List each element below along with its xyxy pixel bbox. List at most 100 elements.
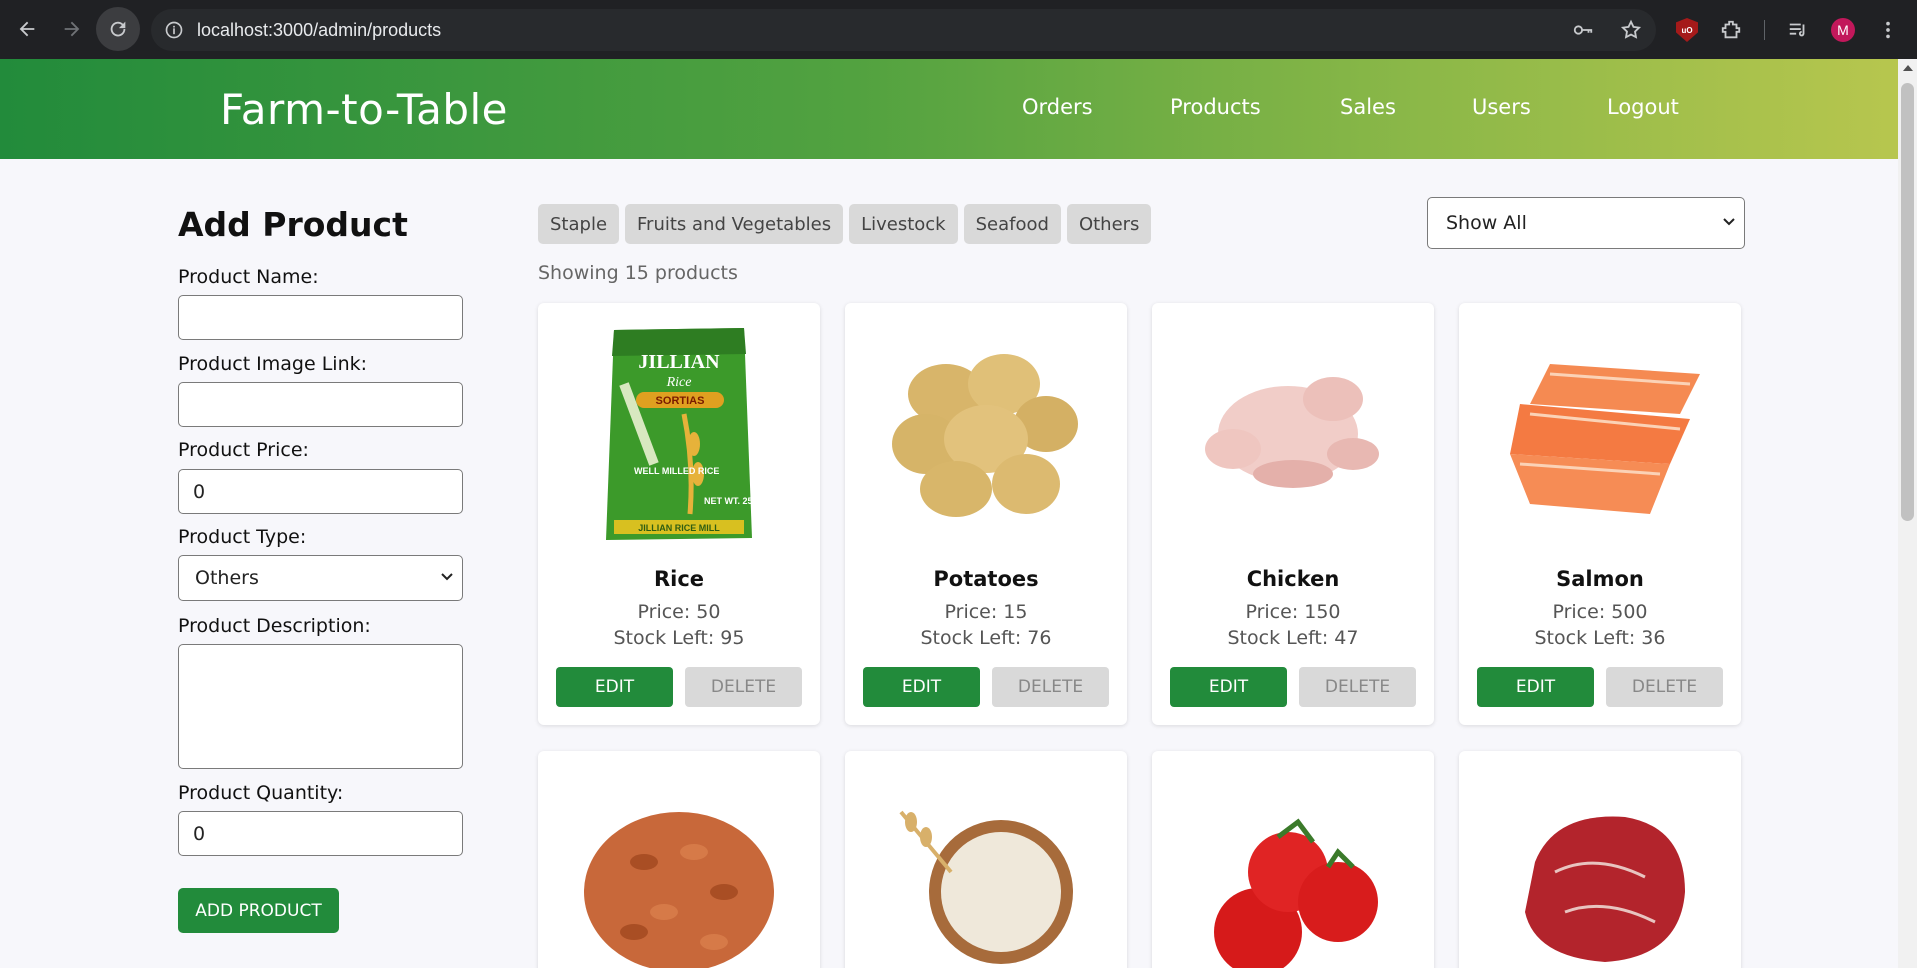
nav-products[interactable]: Products	[1170, 95, 1261, 119]
product-type-value: Others	[195, 567, 259, 589]
product-stock: Stock Left: 47	[1227, 627, 1359, 649]
svg-text:WELL MILLED RICE: WELL MILLED RICE	[634, 466, 719, 476]
edit-button[interactable]: EDIT	[1170, 667, 1287, 707]
product-image	[861, 767, 1111, 968]
chevron-down-icon	[441, 573, 453, 581]
product-card	[538, 751, 820, 968]
product-stock: Stock Left: 76	[920, 627, 1052, 649]
product-price: Price: 15	[944, 601, 1028, 623]
product-count: Showing 15 products	[538, 262, 738, 284]
sort-select[interactable]: Show All	[1427, 197, 1745, 249]
svg-text:Rice: Rice	[666, 375, 692, 390]
product-name: Rice	[653, 567, 705, 591]
nav-users[interactable]: Users	[1472, 95, 1531, 119]
svg-text:JILLIAN: JILLIAN	[638, 351, 720, 373]
product-type-select[interactable]: Others	[178, 555, 463, 601]
product-image	[1475, 319, 1725, 549]
product-stock: Stock Left: 95	[613, 627, 745, 649]
address-bar[interactable]: localhost:3000/admin/products	[151, 9, 1656, 51]
add-product-form: Add Product Product Name: Product Image …	[178, 205, 468, 933]
delete-button[interactable]: DELETE	[992, 667, 1109, 707]
product-card: Potatoes Price: 15 Stock Left: 76 EDIT D…	[845, 303, 1127, 725]
forward-button[interactable]	[50, 7, 94, 51]
product-image: JILLIAN Rice SORTIAS WELL MILLED RICE NE…	[554, 319, 804, 549]
sort-select-value: Show All	[1446, 212, 1527, 234]
product-price-input[interactable]: 0	[178, 469, 463, 514]
site-info-icon[interactable]	[163, 19, 185, 41]
edit-button[interactable]: EDIT	[1477, 667, 1594, 707]
form-title: Add Product	[178, 205, 408, 244]
site-header: Farm-to-Table Orders Products Sales User…	[0, 59, 1898, 159]
product-image-input[interactable]	[178, 382, 463, 427]
product-image	[1475, 767, 1725, 968]
scrollbar-thumb[interactable]	[1901, 83, 1914, 521]
product-name-label: Product Name:	[178, 266, 319, 288]
product-price: Price: 500	[1552, 601, 1648, 623]
tomatoes-image	[1214, 818, 1378, 968]
url-text[interactable]: localhost:3000/admin/products	[197, 20, 441, 41]
forward-arrow-icon	[64, 21, 80, 37]
product-name: Chicken	[1246, 567, 1340, 591]
delete-button[interactable]: DELETE	[1299, 667, 1416, 707]
toolbar-divider	[1764, 20, 1765, 40]
product-image	[861, 319, 1111, 549]
extensions-puzzle-icon[interactable]	[1720, 19, 1742, 41]
product-image	[554, 767, 804, 968]
password-key-icon[interactable]	[1572, 19, 1594, 41]
product-card: Salmon Price: 500 Stock Left: 36 EDIT DE…	[1459, 303, 1741, 725]
filter-others[interactable]: Others	[1066, 204, 1152, 244]
category-filters: Staple Fruits and Vegetables Livestock S…	[538, 204, 1152, 244]
edit-button[interactable]: EDIT	[863, 667, 980, 707]
nav-sales[interactable]: Sales	[1340, 95, 1396, 119]
product-price: Price: 150	[1245, 601, 1341, 623]
nav-logout[interactable]: Logout	[1607, 95, 1679, 119]
svg-text:SORTIAS: SORTIAS	[656, 395, 705, 407]
product-name: Potatoes	[933, 567, 1039, 591]
page-scrollbar[interactable]	[1898, 59, 1917, 968]
filter-staple[interactable]: Staple	[538, 204, 620, 244]
scroll-up-arrow-icon[interactable]	[1903, 65, 1913, 71]
profile-avatar[interactable]: M	[1831, 18, 1855, 42]
product-stock: Stock Left: 36	[1534, 627, 1666, 649]
product-quantity-label: Product Quantity:	[178, 782, 344, 804]
delete-button[interactable]: DELETE	[1606, 667, 1723, 707]
nav-orders[interactable]: Orders	[1022, 95, 1093, 119]
potatoes-image	[892, 354, 1078, 517]
chevron-down-icon	[1723, 218, 1735, 226]
edit-button[interactable]: EDIT	[556, 667, 673, 707]
back-arrow-icon	[19, 21, 35, 37]
browser-menu-icon[interactable]	[1877, 19, 1899, 41]
filter-livestock[interactable]: Livestock	[849, 204, 958, 244]
product-image	[1168, 319, 1418, 549]
product-description-label: Product Description:	[178, 615, 371, 637]
add-product-button[interactable]: ADD PRODUCT	[178, 888, 339, 933]
product-description-textarea[interactable]	[178, 644, 463, 769]
product-image	[1168, 767, 1418, 968]
product-card: Chicken Price: 150 Stock Left: 47 EDIT D…	[1152, 303, 1434, 725]
product-card	[845, 751, 1127, 968]
flour-bowl-image	[899, 810, 1073, 964]
ublock-extension-icon[interactable]: uO	[1676, 18, 1698, 42]
product-price: Price: 50	[637, 601, 721, 623]
salmon-image	[1510, 364, 1700, 514]
rice-bag-image: JILLIAN Rice SORTIAS WELL MILLED RICE NE…	[606, 328, 764, 540]
brand-logo[interactable]: Farm-to-Table	[220, 85, 508, 134]
product-name-input[interactable]	[178, 295, 463, 340]
filter-fruits-vegetables[interactable]: Fruits and Vegetables	[625, 204, 844, 244]
reload-icon	[110, 21, 126, 37]
reload-button[interactable]	[96, 7, 140, 51]
svg-text:JILLIAN RICE MILL: JILLIAN RICE MILL	[638, 523, 720, 533]
beef-image	[1525, 816, 1685, 962]
bookmark-star-icon[interactable]	[1620, 19, 1642, 41]
back-button[interactable]	[5, 7, 49, 51]
product-type-label: Product Type:	[178, 526, 307, 548]
browser-toolbar: localhost:3000/admin/products uO M	[0, 0, 1917, 59]
product-quantity-input[interactable]: 0	[178, 811, 463, 856]
media-queue-icon[interactable]	[1787, 19, 1809, 41]
svg-text:NET WT. 25KG: NET WT. 25KG	[704, 496, 764, 506]
filter-seafood[interactable]: Seafood	[963, 204, 1061, 244]
product-image-label: Product Image Link:	[178, 353, 368, 375]
delete-button[interactable]: DELETE	[685, 667, 802, 707]
product-card: JILLIAN Rice SORTIAS WELL MILLED RICE NE…	[538, 303, 820, 725]
product-name: Salmon	[1556, 567, 1644, 591]
